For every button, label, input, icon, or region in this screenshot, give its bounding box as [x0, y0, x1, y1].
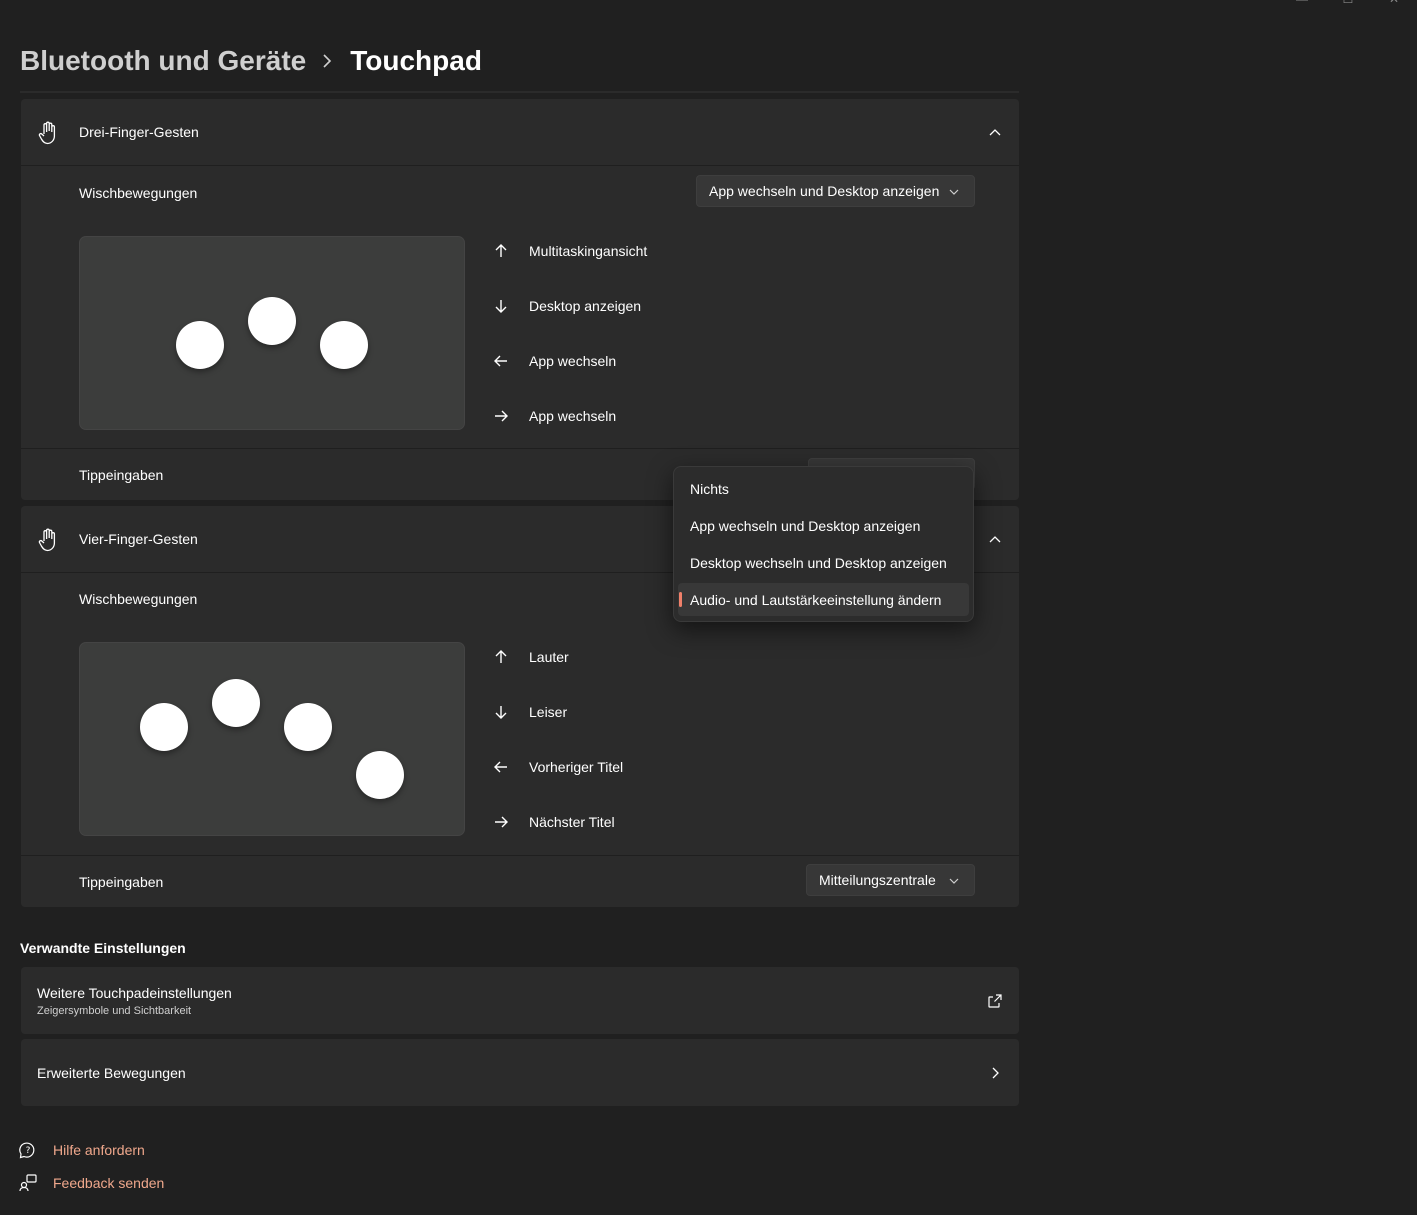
gesture-label: Desktop anzeigen	[529, 298, 642, 314]
related-settings-heading: Verwandte Einstellungen	[20, 940, 186, 956]
arrow-down-icon	[495, 706, 507, 719]
breadcrumb-parent[interactable]: Bluetooth und Geräte	[20, 45, 306, 77]
three-finger-header[interactable]: Drei-Finger-Gesten	[21, 99, 1019, 166]
gesture-up: Lauter	[493, 647, 569, 667]
arrow-up-icon	[495, 650, 507, 663]
finger-dot	[356, 751, 404, 799]
gesture-left: Vorheriger Titel	[493, 757, 623, 777]
minimize-button[interactable]: —	[1279, 0, 1325, 6]
four-finger-tap-dropdown[interactable]: Mitteilungszentrale	[806, 864, 975, 896]
flyout-option-selected[interactable]: Audio- und Lautstärkeeinstellung ändern	[678, 583, 969, 616]
finger-dot	[248, 297, 296, 345]
chevron-up-icon[interactable]	[987, 125, 1003, 141]
link-title: Weitere Touchpadeinstellungen	[37, 985, 232, 1001]
touchpad-illustration	[79, 642, 465, 836]
three-finger-swipe-section: Wischbewegungen App wechseln und Desktop…	[21, 166, 1019, 449]
four-finger-tap-row: Tippeingaben Mitteilungszentrale	[21, 856, 1019, 907]
swipe-label: Wischbewegungen	[79, 185, 198, 201]
gesture-left: App wechseln	[493, 351, 616, 371]
flyout-option[interactable]: App wechseln und Desktop anzeigen	[678, 509, 969, 542]
tap-label: Tippeingaben	[79, 874, 164, 890]
tap-options-flyout: Nichts App wechseln und Desktop anzeigen…	[673, 466, 974, 622]
touchpad-illustration	[79, 236, 465, 430]
more-touchpad-settings-link[interactable]: Weitere Touchpadeinstellungen Zeigersymb…	[21, 967, 1019, 1034]
help-icon: ?	[19, 1142, 35, 1159]
finger-dot	[320, 321, 368, 369]
chevron-right-icon	[322, 54, 332, 68]
get-help-label[interactable]: Hilfe anfordern	[53, 1142, 145, 1158]
arrow-left-icon	[494, 761, 507, 773]
gesture-right: Nächster Titel	[493, 812, 615, 832]
gesture-down: Leiser	[493, 702, 567, 722]
gesture-up: Multitaskingansicht	[493, 241, 647, 261]
svg-text:?: ?	[26, 1146, 31, 1156]
gesture-label: App wechseln	[529, 408, 617, 424]
link-title: Erweiterte Bewegungen	[37, 1065, 186, 1081]
dropdown-value: App wechseln und Desktop anzeigen	[709, 183, 940, 199]
three-finger-card: Drei-Finger-Gesten Wischbewegungen App w…	[21, 99, 1019, 500]
header-divider	[20, 91, 1019, 93]
arrow-up-icon	[495, 244, 507, 257]
chevron-right-icon	[992, 1067, 999, 1079]
feedback-label[interactable]: Feedback senden	[53, 1175, 164, 1191]
gesture-label: Nächster Titel	[529, 814, 615, 830]
feedback-link[interactable]: Feedback senden	[18, 1173, 164, 1193]
gesture-label: Multitaskingansicht	[529, 243, 648, 259]
three-finger-title: Drei-Finger-Gesten	[79, 124, 199, 140]
selection-indicator	[679, 592, 682, 607]
dropdown-value: Mitteilungszentrale	[819, 872, 936, 888]
arrow-right-icon	[495, 816, 508, 828]
finger-dot	[284, 703, 332, 751]
gesture-down: Desktop anzeigen	[493, 296, 641, 316]
chevron-down-icon	[949, 878, 959, 884]
gesture-label: Lauter	[529, 649, 569, 665]
three-finger-swipe-dropdown[interactable]: App wechseln und Desktop anzeigen	[696, 175, 975, 207]
arrow-left-icon	[494, 355, 507, 367]
page-title: Touchpad	[350, 45, 482, 76]
flyout-option[interactable]: Desktop wechseln und Desktop anzeigen	[678, 546, 969, 579]
swipe-label: Wischbewegungen	[79, 591, 198, 607]
flyout-option[interactable]: Nichts	[678, 472, 969, 505]
maximize-button[interactable]: ☐	[1325, 0, 1371, 6]
tap-label: Tippeingaben	[79, 467, 164, 483]
flyout-option-label: Audio- und Lautstärkeeinstellung ändern	[690, 591, 942, 608]
gesture-label: App wechseln	[529, 353, 617, 369]
arrow-down-icon	[495, 300, 507, 313]
chevron-up-icon[interactable]	[987, 532, 1003, 548]
gesture-label: Vorheriger Titel	[529, 759, 624, 775]
four-finger-title: Vier-Finger-Gesten	[79, 531, 198, 547]
gesture-label: Leiser	[529, 704, 568, 720]
hand-icon	[38, 528, 56, 552]
finger-dot	[212, 679, 260, 727]
window-controls: — ☐ ✕	[1279, 0, 1417, 6]
link-subtitle: Zeigersymbole und Sichtbarkeit	[37, 1005, 192, 1017]
breadcrumb: Bluetooth und Geräte Touchpad	[20, 40, 482, 82]
hand-icon	[38, 121, 56, 145]
feedback-icon	[19, 1174, 37, 1192]
close-button[interactable]: ✕	[1371, 0, 1417, 6]
chevron-down-icon	[949, 189, 959, 195]
gesture-right: App wechseln	[493, 406, 616, 426]
advanced-gestures-link[interactable]: Erweiterte Bewegungen	[21, 1039, 1019, 1106]
get-help-link[interactable]: ? Hilfe anfordern	[18, 1140, 145, 1160]
external-link-icon	[988, 994, 1002, 1008]
finger-dot	[176, 321, 224, 369]
finger-dot	[140, 703, 188, 751]
arrow-right-icon	[495, 410, 508, 422]
